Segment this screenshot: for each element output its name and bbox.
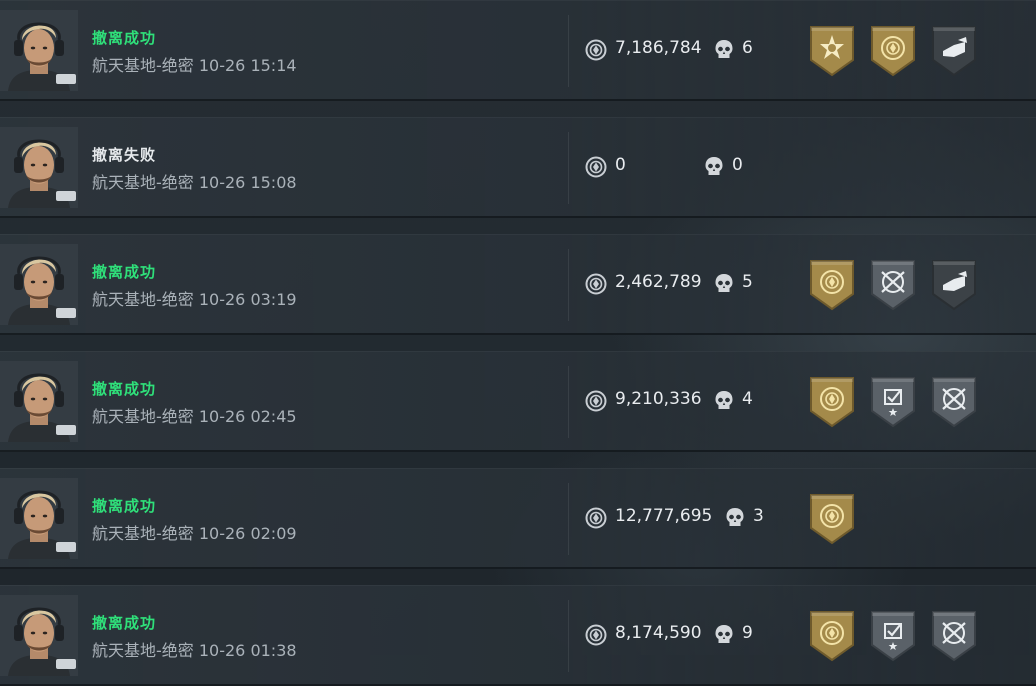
coin-icon — [585, 273, 607, 295]
loot-value: 2,462,789 — [615, 272, 702, 292]
map-and-time: 航天基地-绝密 10-26 03:19 — [92, 290, 297, 309]
loot-value: 8,174,590 — [615, 623, 702, 643]
coin-icon — [585, 39, 607, 61]
match-record-row[interactable]: 撤离成功 航天基地-绝密 10-26 03:19 2,462,789 5 — [0, 234, 1036, 335]
map-and-time: 航天基地-绝密 10-26 01:38 — [92, 641, 297, 660]
operator-avatar — [0, 361, 78, 442]
kill-count: 3 — [753, 506, 764, 526]
gold-coin-badge-icon[interactable] — [808, 492, 856, 546]
divider — [568, 600, 569, 672]
operator-avatar — [0, 595, 78, 676]
kill-count: 4 — [742, 389, 753, 409]
gray-hand-badge-icon[interactable] — [930, 258, 978, 312]
operator-avatar — [0, 478, 78, 559]
skull-icon — [714, 39, 734, 61]
gold-coin-badge-icon[interactable] — [869, 24, 917, 78]
gray-hand-badge-icon[interactable] — [930, 24, 978, 78]
map-and-time: 航天基地-绝密 10-26 15:14 — [92, 56, 297, 75]
operator-avatar — [0, 127, 78, 208]
gold-star-badge-icon[interactable] — [808, 24, 856, 78]
kill-count: 9 — [742, 623, 753, 643]
match-record-row[interactable]: 撤离成功 航天基地-绝密 10-26 01:38 8,174,590 9 — [0, 585, 1036, 686]
gray-crosshair-badge-icon[interactable] — [930, 375, 978, 429]
extraction-status: 撤离成功 — [92, 29, 157, 47]
coin-icon — [585, 507, 607, 529]
match-record-row[interactable]: 撤离失败 航天基地-绝密 10-26 15:08 0 0 — [0, 117, 1036, 218]
gold-coin-badge-icon[interactable] — [808, 258, 856, 312]
loot-value: 7,186,784 — [615, 38, 702, 58]
match-record-row[interactable]: 撤离成功 航天基地-绝密 10-26 15:14 7,186,784 6 — [0, 0, 1036, 101]
divider — [568, 132, 569, 204]
divider — [568, 15, 569, 87]
kill-count: 5 — [742, 272, 753, 292]
skull-icon — [704, 156, 724, 178]
skull-icon — [714, 624, 734, 646]
map-and-time: 航天基地-绝密 10-26 02:45 — [92, 407, 297, 426]
coin-icon — [585, 390, 607, 412]
extraction-status: 撤离成功 — [92, 380, 157, 398]
loot-value: 0 — [615, 155, 626, 175]
coin-icon — [585, 624, 607, 646]
map-and-time: 航天基地-绝密 10-26 02:09 — [92, 524, 297, 543]
match-record-row[interactable]: 撤离成功 航天基地-绝密 10-26 02:45 9,210,336 4 — [0, 351, 1036, 452]
extraction-status: 撤离成功 — [92, 614, 157, 632]
gray-crosshair-badge-icon[interactable] — [869, 258, 917, 312]
coin-icon — [585, 156, 607, 178]
gray-check-badge-icon[interactable] — [869, 375, 917, 429]
extraction-status: 撤离成功 — [92, 263, 157, 281]
divider — [568, 366, 569, 438]
extraction-status: 撤离成功 — [92, 497, 157, 515]
map-and-time: 航天基地-绝密 10-26 15:08 — [92, 173, 297, 192]
loot-value: 12,777,695 — [615, 506, 713, 526]
extraction-status: 撤离失败 — [92, 146, 157, 164]
divider — [568, 483, 569, 555]
skull-icon — [714, 390, 734, 412]
skull-icon — [725, 507, 745, 529]
kill-count: 0 — [732, 155, 743, 175]
operator-avatar — [0, 244, 78, 325]
skull-icon — [714, 273, 734, 295]
match-record-row[interactable]: 撤离成功 航天基地-绝密 10-26 02:09 12,777,695 3 — [0, 468, 1036, 569]
divider — [568, 249, 569, 321]
kill-count: 6 — [742, 38, 753, 58]
gold-coin-badge-icon[interactable] — [808, 375, 856, 429]
operator-avatar — [0, 10, 78, 91]
loot-value: 9,210,336 — [615, 389, 702, 409]
